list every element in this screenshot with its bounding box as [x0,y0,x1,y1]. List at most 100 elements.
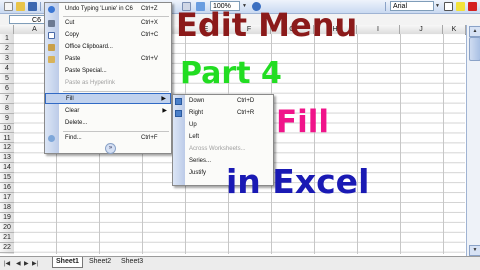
row-header[interactable]: 15 [0,173,14,184]
overlay-title-line4: in Excel [226,162,370,201]
overlay-title-line1: Edit Menu [176,6,358,44]
row-header[interactable]: 18 [0,203,14,214]
menu-item-office-clipboard[interactable]: Office Clipboard... [45,42,171,53]
menu-item-label: Paste [65,56,81,62]
menu-item-label: Down [189,98,205,104]
menu-item-shortcut: Ctrl+R [237,110,255,116]
scroll-thumb[interactable] [469,37,480,61]
menu-item-paste-as-hyperlink: Paste as Hyperlink [45,78,171,89]
menu-item-copy[interactable]: Copy Ctrl+C [45,30,171,41]
row-header[interactable]: 19 [0,213,14,224]
menu-item-fill[interactable]: Fill ▶ [45,93,171,104]
row-header[interactable]: 3 [0,54,14,64]
column-header[interactable]: J [400,25,443,34]
column-header[interactable]: K [443,25,466,34]
menu-divider [63,131,169,132]
row-header[interactable]: 5 [0,74,14,84]
menu-item-label: Justify [189,170,207,176]
undo-icon [48,6,55,13]
row-header[interactable]: 8 [0,104,14,114]
menu-item-paste-special[interactable]: Paste Special... [45,66,171,77]
menu-item-label: Series... [189,158,212,164]
fill-item-down[interactable]: Down Ctrl+D [173,96,273,107]
tab-sheet2[interactable]: Sheet2 [86,257,114,267]
save-icon[interactable] [28,2,37,11]
tab-sheet3[interactable]: Sheet3 [118,257,146,267]
last-sheet-icon[interactable]: ▶| [32,260,38,267]
row-header[interactable]: 9 [0,114,14,124]
menu-item-shortcut: Ctrl+F [141,135,158,141]
row-header[interactable]: 16 [0,183,14,194]
borders-icon[interactable] [444,2,453,11]
menu-item-undo[interactable]: Undo Typing 'Lunie' in C6 Ctrl+Z [45,4,171,15]
menu-item-shortcut: Ctrl+V [141,56,158,62]
overlay-title-line2: Part 4 [180,56,282,91]
fill-item-left[interactable]: Left [173,132,273,143]
fill-color-icon[interactable] [456,2,465,11]
row-header[interactable]: 4 [0,64,14,74]
clipboard-icon [48,44,55,51]
row-header[interactable]: 17 [0,193,14,204]
row-header[interactable]: 10 [0,124,14,134]
tab-sheet1[interactable]: Sheet1 [52,257,83,268]
fill-down-icon [175,98,182,105]
next-sheet-icon[interactable]: ▶ [24,260,29,267]
menu-item-label: Cut [65,20,75,26]
menu-item-label: Undo Typing 'Lunie' in C6 [65,6,133,12]
name-box[interactable]: C6 [9,15,45,24]
menu-item-delete[interactable]: Delete... [45,118,171,129]
menu-item-shortcut: Ctrl+D [237,98,255,104]
row-headers: 1 2 3 4 5 6 7 8 9 10 11 12 13 14 15 16 17 18 19 20 21 22 [0,34,15,254]
scroll-down-icon[interactable]: ▼ [469,245,480,256]
open-icon[interactable] [16,2,25,11]
menu-item-label: Up [189,122,197,128]
find-icon [48,135,55,142]
row-header[interactable]: 21 [0,233,14,243]
menu-item-label: Delete... [65,120,88,126]
sheet-tabs-bar: |◀ ◀ ▶ ▶| Sheet1 Sheet2 Sheet3 [0,256,480,270]
font-dropdown-icon[interactable]: ▼ [435,3,440,9]
expand-menu-chevron-icon[interactable]: » [105,143,116,154]
menu-item-label: Copy [65,32,80,38]
menu-item-label: Left [189,134,200,140]
fill-right-icon [175,110,182,117]
font-select[interactable]: Arial [390,1,434,11]
row-header[interactable]: 1 [0,34,14,44]
row-header[interactable]: 6 [0,84,14,94]
excel-window: 100% ▼ Arial ▼ C6 A B C D E F G H I J K … [0,0,480,270]
menu-item-label: Office Clipboard... [65,44,113,50]
menu-item-shortcut: Ctrl+X [141,20,158,26]
paste-icon [48,56,55,63]
menu-item-paste[interactable]: Paste Ctrl+V [45,54,171,65]
font-value: Arial [393,3,408,10]
fill-item-right[interactable]: Right Ctrl+R [173,108,273,119]
edit-menu: Undo Typing 'Lunie' in C6 Ctrl+Z Cut Ctr… [44,2,172,154]
row-header[interactable]: 22 [0,243,14,253]
row-header[interactable]: 7 [0,94,14,104]
font-color-icon[interactable] [468,2,477,11]
menu-item-label: Right [189,110,204,116]
row-header[interactable]: 14 [0,163,14,174]
column-header[interactable]: I [357,25,400,34]
fill-item-up[interactable]: Up [173,120,273,131]
menu-item-label: Clear [65,108,80,114]
row-header[interactable]: 2 [0,44,14,54]
new-icon[interactable] [4,2,13,11]
vertical-scrollbar[interactable]: ▲ ▼ [466,25,480,257]
first-sheet-icon[interactable]: |◀ [4,260,10,267]
menu-item-label: Paste Special... [65,68,107,74]
menu-item-cut[interactable]: Cut Ctrl+X [45,18,171,29]
menu-item-label: Find... [65,135,82,141]
menu-item-label: Paste as Hyperlink [65,80,116,86]
menu-item-shortcut: Ctrl+C [141,32,159,38]
row-header[interactable]: 11 [0,134,14,144]
menu-item-clear[interactable]: Clear ▶ [45,106,171,117]
overlay-title-line3: Fill [276,104,330,140]
scroll-up-icon[interactable]: ▲ [469,26,480,37]
prev-sheet-icon[interactable]: ◀ [16,260,21,267]
menu-divider [63,16,169,17]
row-header[interactable]: 12 [0,143,14,154]
row-header[interactable]: 13 [0,153,14,164]
select-all-corner[interactable] [0,25,14,34]
row-header[interactable]: 20 [0,223,14,233]
